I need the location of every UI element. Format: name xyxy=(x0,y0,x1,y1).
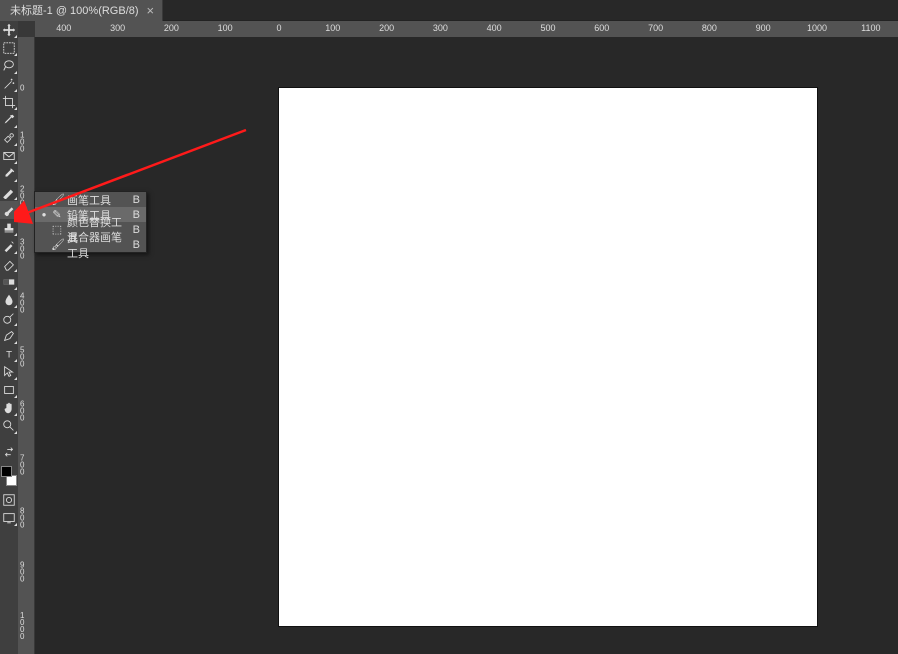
document-tab[interactable]: 未标题-1 @ 100%(RGB/8) × xyxy=(0,0,163,21)
gradient-tool[interactable] xyxy=(0,273,18,291)
brush-flyout-menu: 🖌画笔工具B●✎铅笔工具B ⬚颜色替换工具B 🖌混合器画笔工具B xyxy=(34,191,147,253)
envelope-tool[interactable] xyxy=(0,147,18,165)
ruler-v-tick: 0 xyxy=(20,85,32,92)
screen-mode[interactable] xyxy=(0,509,18,527)
ruler-h-tick: 1100 xyxy=(861,23,880,33)
swap-colors[interactable] xyxy=(0,443,18,461)
lasso-tool[interactable] xyxy=(0,57,18,75)
flyout-label: 画笔工具 xyxy=(67,192,129,208)
ruler-v-tick: 6 0 0 xyxy=(20,400,32,421)
crop-tool[interactable] xyxy=(0,93,18,111)
rectangle-tool[interactable] xyxy=(0,381,18,399)
flyout-item-3[interactable]: 🖌混合器画笔工具B xyxy=(35,237,146,252)
ruler-h-tick: 700 xyxy=(648,23,663,33)
ruler-horizontal: 8007006005004003002001000100200300400500… xyxy=(35,21,898,37)
flyout-mark xyxy=(41,240,47,249)
ruler-v-tick: 1 0 0 xyxy=(20,131,32,152)
tab-title: 未标题-1 @ 100%(RGB/8) xyxy=(10,2,139,18)
ruler-v-tick: 2 0 0 xyxy=(20,185,32,206)
canvas[interactable] xyxy=(279,88,817,626)
ruler-v-tick: 8 0 0 xyxy=(20,508,32,529)
ruler-h-tick: 600 xyxy=(594,23,609,33)
ruler-h-tick: 200 xyxy=(164,23,179,33)
quick-mask[interactable] xyxy=(0,491,18,509)
ruler-h-tick: 1000 xyxy=(807,23,827,33)
flyout-icon: 🖌 xyxy=(51,238,63,251)
pen-tool[interactable] xyxy=(0,327,18,345)
brush-group-tool[interactable] xyxy=(0,201,18,219)
svg-text:T: T xyxy=(6,350,12,361)
ruler-vertical: 0 1 0 0 2 0 0 3 0 0 4 0 0 5 0 0 6 0 0 7 0 0 8 0 … xyxy=(18,37,34,654)
ruler-h-tick: 400 xyxy=(487,23,502,33)
stamp-tool[interactable] xyxy=(0,219,18,237)
flyout-mark: ● xyxy=(41,210,47,219)
flyout-item-0[interactable]: 🖌 画笔工具 B xyxy=(35,192,146,207)
flyout-shortcut: B xyxy=(133,239,140,251)
flyout-mark xyxy=(41,225,47,234)
color-swatch[interactable] xyxy=(0,465,18,487)
path-select-tool[interactable] xyxy=(0,363,18,381)
spot-tool[interactable] xyxy=(0,183,18,201)
flyout-mark xyxy=(41,195,47,204)
eyedropper-tool[interactable] xyxy=(0,111,18,129)
ruler-v-tick: 5 0 0 xyxy=(20,347,32,368)
eyedropper2-tool[interactable] xyxy=(0,165,18,183)
flyout-shortcut: B xyxy=(133,194,140,206)
canvas-area xyxy=(35,37,898,654)
ruler-h-tick: 0 xyxy=(276,23,281,33)
ruler-v-tick: 9 0 0 xyxy=(20,562,32,583)
foreground-color[interactable] xyxy=(1,466,12,477)
ruler-h-tick: 200 xyxy=(379,23,394,33)
ruler-v-tick: 1 0 0 0 xyxy=(20,612,32,640)
marquee-tool[interactable] xyxy=(0,39,18,57)
ruler-h-tick: 100 xyxy=(218,23,233,33)
ruler-v-tick: 3 0 0 xyxy=(20,239,32,260)
type-tool[interactable]: T xyxy=(0,345,18,363)
ruler-h-tick: 400 xyxy=(56,23,71,33)
flyout-icon: ✎ xyxy=(51,208,63,221)
flyout-shortcut: B xyxy=(133,209,140,221)
zoom-tool[interactable] xyxy=(0,417,18,435)
flyout-icon: ⬚ xyxy=(51,223,63,236)
wand-tool[interactable] xyxy=(0,75,18,93)
ruler-h-tick: 300 xyxy=(110,23,125,33)
flyout-shortcut: B xyxy=(133,224,140,236)
ruler-h-tick: 100 xyxy=(325,23,340,33)
spot-heal-tool[interactable] xyxy=(0,129,18,147)
toolbar: T xyxy=(0,21,18,654)
ruler-v-tick: 4 0 0 xyxy=(20,293,32,314)
ruler-h-tick: 800 xyxy=(702,23,717,33)
ruler-v-tick: 7 0 0 xyxy=(20,454,32,475)
eraser-tool[interactable] xyxy=(0,255,18,273)
flyout-label: 混合器画笔工具 xyxy=(67,229,129,261)
blur-tool[interactable] xyxy=(0,291,18,309)
dodge-tool[interactable] xyxy=(0,309,18,327)
flyout-icon: 🖌 xyxy=(51,193,63,206)
ruler-h-tick: 300 xyxy=(433,23,448,33)
ruler-h-tick: 500 xyxy=(540,23,555,33)
history-brush-tool[interactable] xyxy=(0,237,18,255)
tab-bar: 未标题-1 @ 100%(RGB/8) × xyxy=(0,0,898,21)
ruler-h-tick: 900 xyxy=(756,23,771,33)
move-tool[interactable] xyxy=(0,21,18,39)
hand-tool[interactable] xyxy=(0,399,18,417)
close-icon[interactable]: × xyxy=(147,4,155,17)
